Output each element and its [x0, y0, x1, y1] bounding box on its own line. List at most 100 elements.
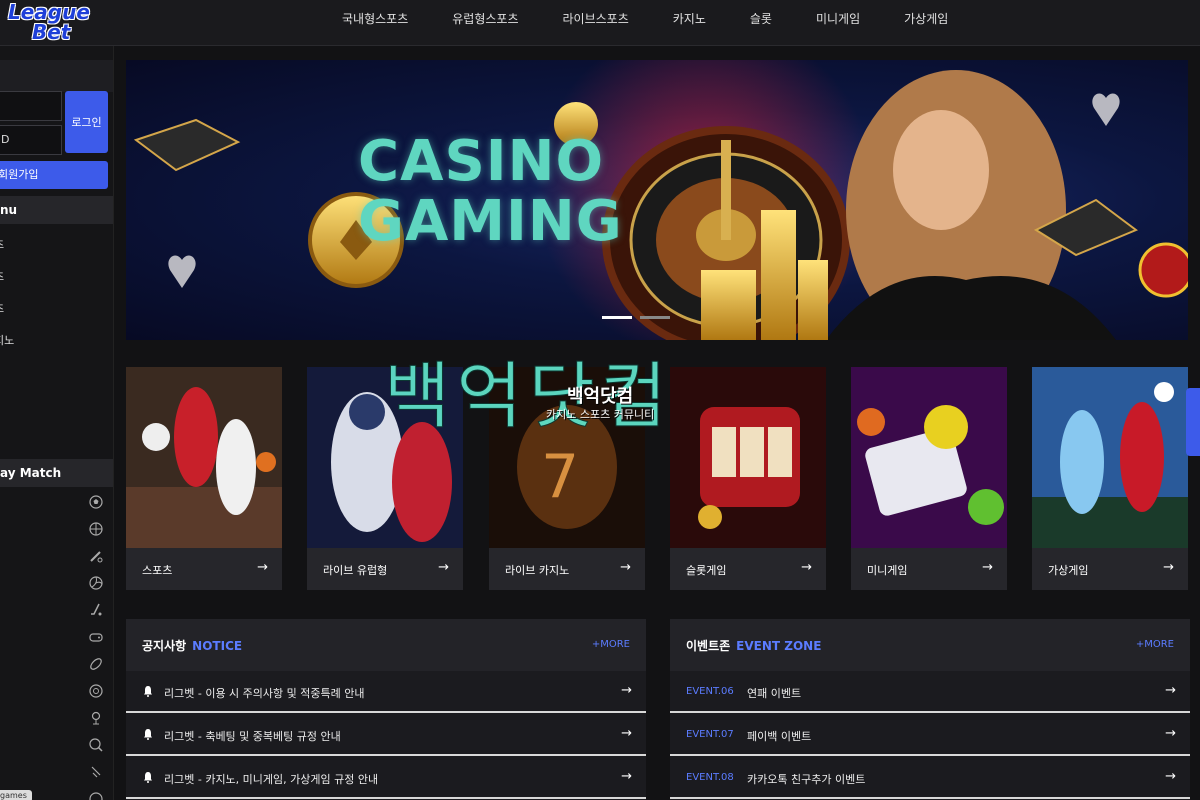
league-bet-logo[interactable]: League Bet: [4, 0, 90, 44]
banner-line1: CASINO: [358, 129, 605, 194]
basketball-icon[interactable]: [88, 521, 104, 537]
football-icon[interactable]: [88, 656, 104, 672]
notice-title-en: NOTICE: [192, 639, 243, 653]
notice-more-link[interactable]: +MORE: [592, 639, 630, 650]
event-panel: 이벤트존 EVENT ZONE +MORE EVENT.06 연패 이벤트 → E…: [670, 619, 1190, 800]
event-title: 이벤트존 EVENT ZONE: [686, 637, 821, 654]
baseball-icon[interactable]: [88, 548, 104, 564]
card-footer: 스포츠 →: [126, 548, 282, 590]
soccer-icon[interactable]: [88, 494, 104, 510]
game-card-live-casino[interactable]: 7 라이브 카지노 →: [489, 367, 645, 590]
sidebar-menu-item[interactable]: 츠: [0, 268, 4, 284]
notice-panel-header: 공지사항 NOTICE +MORE: [126, 619, 646, 671]
notice-text: 리그벳 - 축베팅 및 중복베팅 규정 안내: [164, 730, 341, 743]
notice-row[interactable]: 리그벳 - 이용 시 주의사항 및 적중특례 안내 →: [126, 671, 646, 713]
game-card-sports[interactable]: 스포츠 →: [126, 367, 282, 590]
badminton-icon[interactable]: [88, 764, 104, 780]
arrow-right-icon[interactable]: →: [621, 726, 632, 741]
top-header: League Bet 국내형스포츠 유럽형스포츠 라이브스포츠 카지노 슬롯 미…: [0, 0, 1200, 46]
volleyball-icon[interactable]: [88, 575, 104, 591]
event-tag: EVENT.06: [686, 686, 734, 697]
sidebar-menu-item[interactable]: 츠: [0, 236, 4, 252]
signup-button[interactable]: 회원가입: [0, 161, 108, 189]
notice-title-ko: 공지사항: [142, 639, 187, 653]
arrow-right-icon[interactable]: →: [1165, 769, 1176, 784]
arrow-right-icon[interactable]: →: [801, 560, 812, 575]
notice-text: 리그벳 - 이용 시 주의사항 및 적중특례 안내: [164, 687, 365, 700]
arrow-right-icon[interactable]: →: [621, 683, 632, 698]
slide-indicators: [602, 316, 670, 319]
card-image-sports: [126, 367, 282, 548]
main-nav: 국내형스포츠 유럽형스포츠 라이브스포츠 카지노 슬롯 미니게임 가상게임: [320, 0, 970, 40]
arrow-right-icon[interactable]: →: [1163, 560, 1174, 575]
password-field[interactable]: D: [0, 125, 62, 155]
more-sports-icon[interactable]: [88, 791, 104, 800]
sidebar-menu-item[interactable]: 지노: [0, 332, 14, 348]
arrow-right-icon[interactable]: →: [1165, 726, 1176, 741]
notice-row[interactable]: 리그벳 - 카지노, 미니게임, 가상게임 규정 안내 →: [126, 757, 646, 799]
arrow-right-icon[interactable]: →: [257, 560, 268, 575]
card-footer: 가상게임 →: [1032, 548, 1188, 590]
bell-icon: [144, 729, 152, 740]
arrow-right-icon[interactable]: →: [982, 560, 993, 575]
event-row[interactable]: EVENT.06 연패 이벤트 →: [670, 671, 1190, 713]
game-card-live-european[interactable]: 라이브 유럽형 →: [307, 367, 463, 590]
slide-dot-1[interactable]: [602, 316, 632, 319]
game-card-minigame[interactable]: 미니게임 →: [851, 367, 1007, 590]
banner-line2: GAMING: [358, 189, 623, 254]
event-text: 연패 이벤트: [747, 687, 802, 700]
bell-icon: [144, 686, 152, 697]
event-title-en: EVENT ZONE: [736, 639, 822, 653]
hero-banner[interactable]: CASINO GAMING: [126, 60, 1188, 340]
banner-art: [133, 60, 1188, 340]
card-image-minigame: [851, 367, 1007, 548]
sidebar-login-header: [0, 60, 113, 92]
notice-panel: 공지사항 NOTICE +MORE 리그벳 - 이용 시 주의사항 및 적중특례 …: [126, 619, 646, 800]
arrow-right-icon[interactable]: →: [621, 769, 632, 784]
golf-icon[interactable]: [88, 710, 104, 726]
arrow-right-icon[interactable]: →: [1165, 683, 1176, 698]
event-row[interactable]: EVENT.08 카카오톡 친구추가 이벤트 →: [670, 757, 1190, 799]
card-footer: 미니게임 →: [851, 548, 1007, 590]
game-card-slot[interactable]: 슬롯게임 →: [670, 367, 826, 590]
arrow-right-icon[interactable]: →: [438, 560, 449, 575]
arrow-right-icon[interactable]: →: [620, 560, 631, 575]
hockey-icon[interactable]: [88, 602, 104, 618]
nav-slot[interactable]: 슬롯: [728, 0, 794, 40]
card-label: 스포츠: [142, 564, 173, 577]
event-row[interactable]: EVENT.07 페이백 이벤트 →: [670, 714, 1190, 756]
event-more-link[interactable]: +MORE: [1136, 639, 1174, 650]
card-footer: 라이브 카지노 →: [489, 548, 645, 590]
card-image-live-casino: 7: [489, 367, 645, 548]
table-tennis-icon[interactable]: [88, 683, 104, 699]
card-label: 슬롯게임: [686, 564, 727, 577]
game-card-virtual[interactable]: 가상게임 →: [1032, 367, 1188, 590]
card-image-virtual: [1032, 367, 1188, 548]
event-tag: EVENT.07: [686, 729, 734, 740]
card-label: 미니게임: [867, 564, 908, 577]
cart-side-tab[interactable]: [1186, 388, 1200, 456]
nav-casino[interactable]: 카지노: [651, 0, 728, 40]
id-field[interactable]: [0, 91, 62, 121]
play-match-heading: ay Match: [0, 459, 113, 487]
nav-minigame[interactable]: 미니게임: [794, 0, 882, 40]
nav-virtual-game[interactable]: 가상게임: [882, 0, 970, 40]
event-tag: EVENT.08: [686, 772, 734, 783]
event-panel-header: 이벤트존 EVENT ZONE +MORE: [670, 619, 1190, 671]
esports-icon[interactable]: [88, 629, 104, 645]
card-label: 라이브 유럽형: [323, 564, 388, 577]
nav-domestic-sports[interactable]: 국내형스포츠: [320, 0, 430, 40]
card-footer: 슬롯게임 →: [670, 548, 826, 590]
logo-line2: Bet: [32, 20, 71, 44]
card-footer: 라이브 유럽형 →: [307, 548, 463, 590]
event-title-ko: 이벤트존: [686, 639, 731, 653]
tennis-icon[interactable]: [88, 737, 104, 753]
games-tooltip: games: [0, 790, 32, 800]
nav-live-sports[interactable]: 라이브스포츠: [541, 0, 651, 40]
notice-row[interactable]: 리그벳 - 축베팅 및 중복베팅 규정 안내 →: [126, 714, 646, 756]
notice-title: 공지사항 NOTICE: [142, 637, 242, 654]
login-button[interactable]: 로그인: [65, 91, 108, 153]
sidebar-menu-item[interactable]: 츠: [0, 300, 4, 316]
slide-dot-2[interactable]: [640, 316, 670, 319]
nav-european-sports[interactable]: 유럽형스포츠: [430, 0, 540, 40]
